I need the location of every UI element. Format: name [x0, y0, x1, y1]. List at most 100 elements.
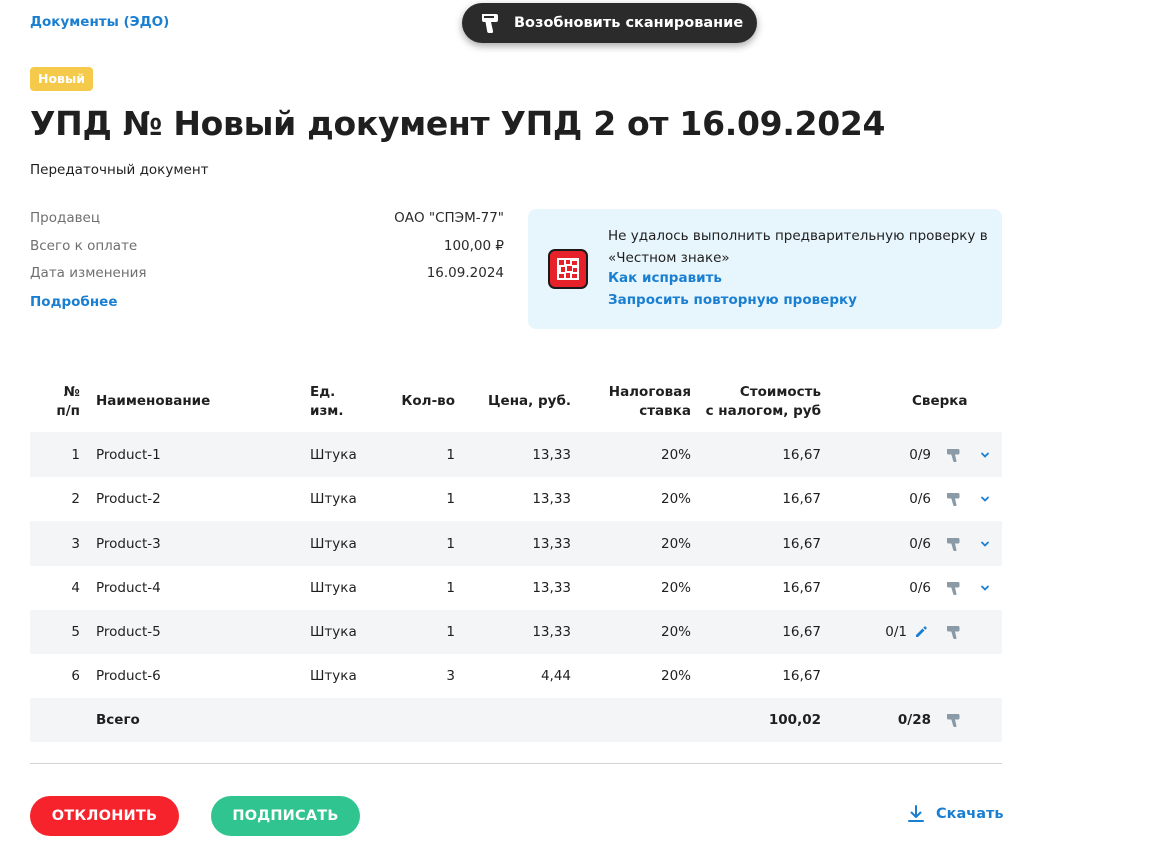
resume-scanning-button[interactable]: Возобновить сканирование — [462, 3, 757, 43]
cell-price: 13,33 — [532, 535, 571, 552]
scanner-icon — [947, 448, 960, 462]
table-row: 1 Product-1 Штука 1 13,33 20% 16,67 0/9 — [30, 432, 1002, 477]
cell-price: 13,33 — [532, 446, 571, 463]
info-key: Всего к оплате — [30, 237, 138, 254]
info-key: Продавец — [30, 210, 101, 226]
cell-name: Product-5 — [96, 624, 161, 640]
cell-qty: 3 — [446, 668, 455, 684]
info-value: 100,00 ₽ — [443, 237, 504, 254]
verification-notice: Не удалось выполнить предварительную про… — [528, 209, 1002, 329]
sign-button[interactable]: ПОДПИСАТЬ — [211, 796, 360, 836]
total-label: Всего — [96, 712, 140, 728]
table-row: 4 Product-4 Штука 1 13,33 20% 16,67 0/6 — [30, 566, 1002, 610]
cell-tax: 20% — [660, 491, 691, 507]
breadcrumb-documents[interactable]: Документы (ЭДО) — [30, 14, 169, 30]
cell-unit: Штука — [310, 446, 357, 463]
cell-check: 0/1 — [885, 624, 907, 640]
cell-unit: Штука — [310, 535, 357, 552]
cell-tax: 20% — [660, 624, 691, 640]
header-unit: Ед. изм. — [310, 384, 344, 419]
table-row: 3 Product-3 Штука 1 13,33 20% 16,67 0/6 — [30, 521, 1002, 566]
scanner-icon — [947, 537, 960, 551]
info-row-seller: Продавец ОАО "СПЭМ-77" — [30, 210, 504, 238]
divider — [30, 763, 1002, 764]
header-check: Сверка — [912, 393, 968, 409]
cell-tax: 20% — [660, 580, 691, 596]
cell-price: 4,44 — [540, 668, 571, 684]
cell-unit: Штука — [310, 668, 357, 684]
cell-name: Product-1 — [96, 446, 161, 463]
cell-name: Product-4 — [96, 580, 161, 596]
scanner-icon — [947, 714, 960, 727]
chevron-down-icon[interactable] — [979, 493, 991, 505]
cell-check: 0/9 — [909, 446, 931, 463]
cell-cost: 16,67 — [782, 446, 821, 463]
download-label: Скачать — [936, 806, 1004, 822]
cell-qty: 1 — [446, 446, 455, 463]
download-icon — [908, 805, 924, 822]
info-value: ОАО "СПЭМ-77" — [394, 210, 504, 226]
cell-check: 0/6 — [909, 535, 931, 552]
info-row-total: Всего к оплате 100,00 ₽ — [30, 238, 504, 266]
cell-cost: 16,67 — [782, 624, 821, 640]
cell-num: 6 — [71, 668, 80, 684]
cell-qty: 1 — [446, 535, 455, 552]
scanner-icon — [480, 12, 502, 34]
reject-button[interactable]: ОТКЛОНИТЬ — [30, 796, 179, 836]
scanner-icon — [947, 626, 960, 639]
cell-num: 3 — [71, 535, 80, 552]
cell-qty: 1 — [446, 624, 455, 640]
cell-cost: 16,67 — [782, 668, 821, 684]
chevron-down-icon[interactable] — [979, 582, 991, 594]
cell-qty: 1 — [446, 491, 455, 507]
header-cost: Стоимость с налогом, руб — [705, 384, 821, 419]
cell-cost: 16,67 — [782, 491, 821, 507]
total-check: 0/28 — [897, 712, 931, 728]
chevron-down-icon[interactable] — [979, 538, 991, 550]
page-title: УПД № Новый документ УПД 2 от 16.09.2024 — [30, 104, 886, 143]
header-name: Наименование — [96, 393, 211, 409]
resume-scanning-label: Возобновить сканирование — [514, 15, 744, 31]
cell-tax: 20% — [660, 668, 691, 684]
cell-cost: 16,67 — [782, 580, 821, 596]
cell-name: Product-6 — [96, 668, 161, 684]
header-qty: Кол-во — [401, 393, 455, 409]
cell-check: 0/6 — [909, 491, 931, 507]
pencil-icon[interactable] — [914, 625, 928, 639]
table-total-row: Всего 100,02 0/28 — [30, 698, 1002, 742]
cell-tax: 20% — [660, 446, 691, 463]
info-value: 16.09.2024 — [426, 265, 504, 281]
notice-message: Не удалось выполнить предварительную про… — [608, 228, 988, 266]
how-to-fix-link[interactable]: Как исправить — [608, 270, 722, 286]
table-row: 6 Product-6 Штука 3 4,44 20% 16,67 — [30, 654, 1002, 698]
cell-price: 13,33 — [532, 624, 571, 640]
table-row: 5 Product-5 Штука 1 13,33 20% 16,67 0/1 — [30, 610, 1002, 654]
header-tax: Налоговая ставка — [608, 384, 691, 419]
cell-name: Product-3 — [96, 535, 161, 552]
info-row-date: Дата изменения 16.09.2024 — [30, 265, 504, 293]
cell-name: Product-2 — [96, 491, 161, 507]
cell-num: 5 — [71, 624, 80, 640]
status-badge: Новый — [30, 67, 94, 91]
cell-check: 0/6 — [909, 580, 931, 596]
download-button[interactable]: Скачать — [906, 804, 1004, 824]
table-header: № п/п Наименование Ед. изм. Кол-во Цена, р… — [30, 378, 1002, 432]
cell-unit: Штука — [310, 624, 357, 640]
header-num: № п/п — [56, 384, 80, 419]
cell-num: 1 — [71, 446, 80, 463]
page-subtitle: Передаточный документ — [30, 162, 209, 178]
scanner-icon — [947, 582, 960, 595]
cell-tax: 20% — [660, 535, 691, 552]
header-price: Цена, руб. — [488, 393, 571, 409]
request-recheck-link[interactable]: Запросить повторную проверку — [608, 292, 857, 308]
cell-num: 4 — [71, 580, 80, 596]
table-row: 2 Product-2 Штука 1 13,33 20% 16,67 0/6 — [30, 477, 1002, 521]
cell-price: 13,33 — [532, 580, 571, 596]
scanner-icon — [947, 493, 960, 506]
chevron-down-icon[interactable] — [979, 449, 991, 461]
document-info: Продавец ОАО "СПЭМ-77" Всего к оплате 10… — [30, 210, 504, 293]
more-details-link[interactable]: Подробнее — [30, 294, 117, 310]
cell-price: 13,33 — [532, 491, 571, 507]
info-key: Дата изменения — [30, 265, 147, 281]
chestny-znak-icon — [548, 249, 588, 289]
